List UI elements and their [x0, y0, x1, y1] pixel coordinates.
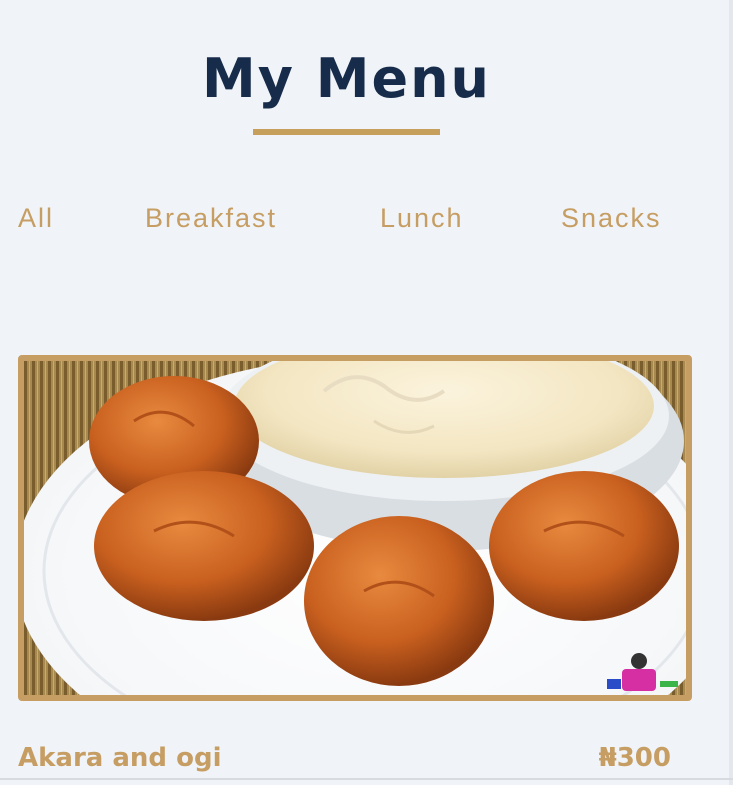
tab-breakfast[interactable]: Breakfast [145, 196, 277, 240]
menu-filter-tabs: All Breakfast Lunch Snacks [0, 196, 733, 240]
akara-ogi-photo [24, 361, 686, 695]
menu-item-image[interactable] [18, 355, 692, 701]
page-title: My Menu [202, 47, 491, 110]
tab-all[interactable]: All [18, 196, 54, 240]
menu-item-price: ₦300 [598, 743, 671, 773]
menu-item-name: Akara and ogi [18, 743, 222, 773]
tab-snacks[interactable]: Snacks [561, 196, 662, 240]
tab-lunch[interactable]: Lunch [380, 196, 464, 240]
divider [0, 778, 733, 780]
title-underline [253, 129, 440, 135]
menu-page: My Menu All Breakfast Lunch Snacks Akara… [0, 0, 733, 785]
